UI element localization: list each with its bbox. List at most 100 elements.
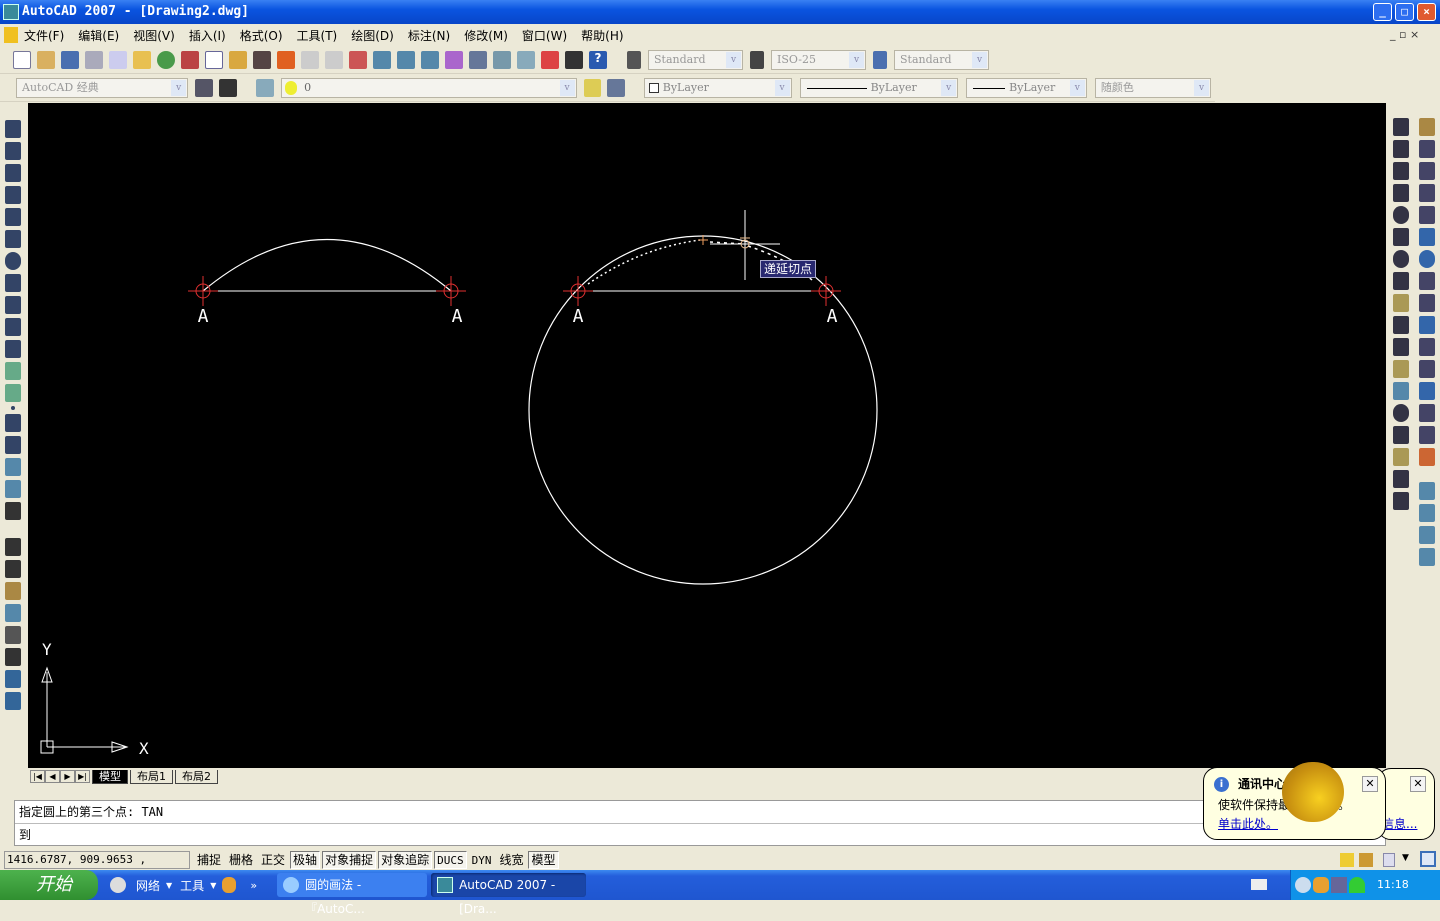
paste-icon[interactable]: [229, 50, 247, 69]
tab-layout2[interactable]: 布局2: [175, 769, 218, 784]
print-icon[interactable]: [85, 50, 103, 69]
move-icon[interactable]: [1419, 228, 1435, 246]
layer-select[interactable]: 0v: [281, 77, 577, 98]
extend-icon[interactable]: [1419, 338, 1435, 356]
copy-icon[interactable]: [205, 50, 223, 69]
menu-format[interactable]: 格式(O): [240, 27, 283, 44]
chevron-down-icon[interactable]: v: [941, 79, 957, 96]
menu-modify[interactable]: 修改(M): [464, 27, 508, 44]
publish-icon[interactable]: [133, 50, 151, 69]
menu-file[interactable]: 文件(F): [24, 27, 64, 44]
draw-order-back-icon[interactable]: [1419, 504, 1435, 522]
next-tab-button[interactable]: ▶: [60, 770, 75, 783]
tool-palettes-icon[interactable]: [493, 50, 511, 69]
chevron-down-icon[interactable]: v: [774, 79, 790, 96]
properties-icon[interactable]: [445, 50, 463, 69]
baseline-icon[interactable]: [1393, 316, 1409, 334]
rectangle-icon[interactable]: [5, 208, 21, 226]
explode-icon[interactable]: [1419, 448, 1435, 466]
angular-icon[interactable]: [1393, 272, 1409, 290]
task-autocad[interactable]: AutoCAD 2007 - [Dra...: [431, 873, 587, 916]
linear-dimension-icon[interactable]: [1393, 118, 1409, 136]
erase-icon[interactable]: [1419, 118, 1435, 136]
ortho-toggle[interactable]: 正交: [258, 851, 288, 869]
justify-text-icon[interactable]: [5, 670, 21, 688]
drawing-svg[interactable]: A A A A Y X: [28, 103, 1386, 768]
chevron-down-icon[interactable]: v: [1193, 79, 1209, 96]
chevron-down-icon[interactable]: v: [559, 79, 575, 96]
minimize-button[interactable]: _: [1373, 3, 1392, 21]
polar-toggle[interactable]: 极轴: [290, 851, 321, 869]
zoom-realtime-icon[interactable]: [373, 50, 391, 69]
grip-marker[interactable]: [811, 276, 841, 306]
network-icon[interactable]: [1331, 877, 1347, 893]
workspace-settings-icon[interactable]: [195, 78, 213, 97]
layer-previous-icon[interactable]: [607, 78, 625, 97]
lineweight-select[interactable]: ByLayer v: [966, 77, 1087, 98]
revision-cloud-icon[interactable]: [5, 274, 21, 292]
command-window[interactable]: 指定圆上的第三个点: TAN 到: [14, 800, 1386, 846]
table-style-select[interactable]: Standard v: [894, 49, 989, 70]
design-center-icon[interactable]: [469, 50, 487, 69]
layer-manager-icon[interactable]: [256, 78, 275, 97]
command-input-line[interactable]: 到: [15, 824, 1385, 847]
cut-icon[interactable]: [181, 50, 199, 69]
dim-style-icon[interactable]: [750, 50, 764, 69]
center-mark-icon[interactable]: [1393, 404, 1409, 422]
arc-length-icon[interactable]: [1393, 162, 1409, 180]
dimtedit-icon[interactable]: [1393, 448, 1409, 466]
text-icon[interactable]: [5, 538, 21, 556]
copy-object-icon[interactable]: [1419, 140, 1435, 158]
ellipse-arc-icon[interactable]: [5, 340, 21, 358]
linetype-select[interactable]: ByLayer v: [799, 77, 959, 98]
gradient-icon[interactable]: [5, 436, 21, 454]
offset-icon[interactable]: [1419, 184, 1435, 202]
chevron-down-icon[interactable]: v: [171, 79, 187, 96]
open-icon[interactable]: [37, 50, 55, 69]
more-chevron-icon[interactable]: »: [250, 879, 257, 892]
plot-style-select[interactable]: 随颜色 v: [1094, 77, 1211, 98]
circle-icon[interactable]: [5, 252, 21, 270]
block-editor-icon[interactable]: [277, 50, 295, 69]
tiger-icon[interactable]: [222, 877, 237, 893]
array-icon[interactable]: [1419, 206, 1435, 224]
dimension-edit-icon[interactable]: [1393, 426, 1409, 444]
table-style-icon[interactable]: [873, 50, 887, 69]
snap-toggle[interactable]: 捕捉: [194, 851, 224, 869]
rotate-icon[interactable]: [1419, 250, 1435, 268]
circle[interactable]: [528, 235, 878, 585]
menu-insert[interactable]: 插入(I): [189, 27, 226, 44]
construction-line-icon[interactable]: [5, 142, 21, 160]
leader-icon[interactable]: [1393, 360, 1409, 378]
join-icon[interactable]: [1419, 382, 1435, 400]
arc-icon[interactable]: [5, 230, 21, 248]
hatch-icon[interactable]: [5, 414, 21, 432]
pan-icon[interactable]: [349, 50, 367, 69]
prev-tab-button[interactable]: ◀: [45, 770, 60, 783]
zoom-previous-icon[interactable]: [421, 50, 439, 69]
stretch-icon[interactable]: [1419, 294, 1435, 312]
chevron-down-icon[interactable]: v: [726, 51, 741, 68]
info-link[interactable]: 信息...: [1382, 815, 1417, 832]
save-workspace-icon[interactable]: [218, 78, 237, 97]
balloon-link[interactable]: 单击此处。: [1218, 815, 1278, 832]
find-text-icon[interactable]: [5, 604, 21, 622]
match-properties-icon[interactable]: [253, 50, 271, 69]
mdi-controls[interactable]: _ ▫ ×: [1390, 28, 1419, 41]
mirror-icon[interactable]: [1419, 162, 1435, 180]
ducs-toggle[interactable]: DUCS: [434, 851, 467, 869]
ordinate-icon[interactable]: [1393, 184, 1409, 202]
close-button[interactable]: ×: [1417, 3, 1436, 21]
task-browser[interactable]: 圆的画法 - 『AutoC...: [277, 873, 428, 916]
chevron-down-icon[interactable]: v: [1069, 79, 1085, 96]
edit-text-icon[interactable]: [5, 582, 21, 600]
web-icon[interactable]: [157, 50, 175, 69]
quick-dimension-icon[interactable]: [1393, 294, 1409, 312]
convert-space-icon[interactable]: [5, 692, 21, 710]
quicklaunch-network[interactable]: 网络: [136, 877, 160, 894]
draw-order-front-icon[interactable]: [1419, 482, 1435, 500]
dim-style-select[interactable]: ISO-25 v: [771, 49, 866, 70]
fillet-icon[interactable]: [1419, 426, 1435, 444]
close-icon[interactable]: ✕: [1410, 776, 1426, 792]
menu-draw[interactable]: 绘图(D): [351, 27, 394, 44]
